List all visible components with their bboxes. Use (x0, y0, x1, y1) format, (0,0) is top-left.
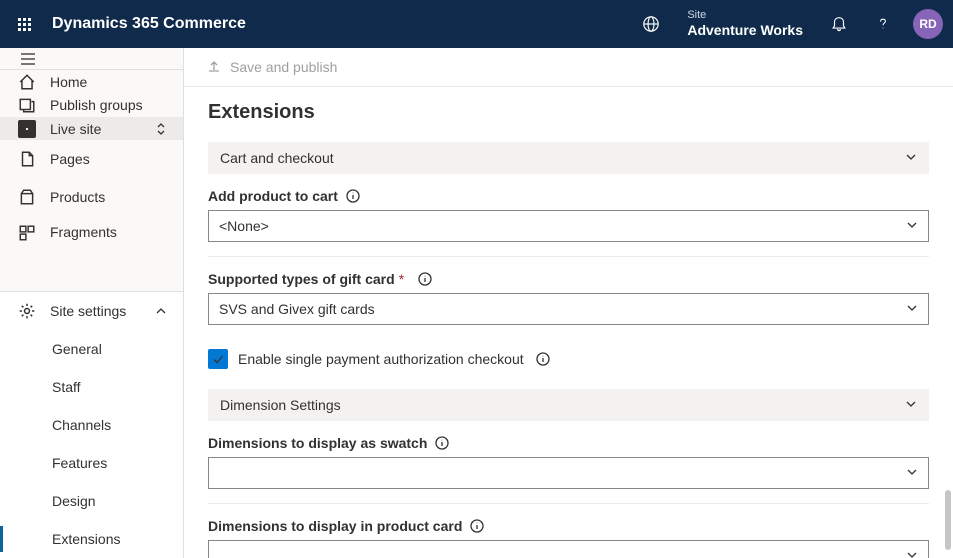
gift-card-type-select[interactable]: SVS and Givex gift cards (208, 293, 929, 325)
page-title: Extensions (208, 101, 929, 124)
sidebar-item-label: Pages (50, 151, 90, 167)
chevron-down-icon (905, 150, 917, 166)
pages-icon (18, 150, 36, 168)
info-icon[interactable] (346, 189, 360, 203)
sidebar-sub-extensions[interactable]: Extensions (0, 520, 183, 558)
section-header-cart[interactable]: Cart and checkout (208, 142, 929, 174)
home-icon (18, 73, 36, 91)
field-label: Supported types of gift card (208, 271, 395, 287)
info-icon[interactable] (418, 272, 432, 286)
sidebar-item-label: Products (50, 189, 105, 205)
site-name: Adventure Works (687, 22, 803, 39)
field-label: Dimensions to display in product card (208, 518, 462, 534)
sidebar: Home Publish groups Live site Pages Prod… (0, 48, 184, 558)
swatch-dimensions-select[interactable] (208, 457, 929, 489)
updown-icon[interactable] (153, 121, 169, 137)
field-add-product-to-cart: Add product to cart <None> (208, 188, 929, 242)
sidebar-item-label: Fragments (50, 224, 117, 240)
help-icon[interactable] (861, 0, 905, 48)
sidebar-item-label: Site settings (50, 303, 126, 319)
cmd-label: Save and publish (230, 59, 337, 75)
field-label: Add product to cart (208, 188, 338, 204)
live-site-icon (18, 120, 36, 138)
sidebar-item-fragments[interactable]: Fragments (0, 216, 183, 246)
sidebar-item-live-site[interactable]: Live site (0, 117, 183, 140)
hamburger-icon[interactable] (0, 48, 183, 70)
field-label: Dimensions to display as swatch (208, 435, 427, 451)
product-brand: Dynamics 365 Commerce (52, 15, 246, 33)
fragments-icon (18, 224, 36, 242)
chevron-down-icon (906, 465, 918, 481)
chevron-up-icon[interactable] (153, 303, 169, 319)
publish-groups-icon (18, 96, 36, 114)
info-icon[interactable] (470, 519, 484, 533)
sidebar-item-label: Live site (50, 121, 101, 137)
section-header-dimensions[interactable]: Dimension Settings (208, 389, 929, 421)
sidebar-item-label: Publish groups (50, 97, 143, 113)
site-switcher[interactable]: Site Adventure Works (673, 9, 817, 39)
section-dimension-settings: Dimension Settings Dimensions to display… (208, 389, 929, 558)
add-product-to-cart-select[interactable]: <None> (208, 210, 929, 242)
main-content: Save and publish Extensions Cart and che… (184, 48, 953, 558)
select-value: SVS and Givex gift cards (219, 301, 906, 317)
notifications-icon[interactable] (817, 0, 861, 48)
select-value: <None> (219, 218, 906, 234)
info-icon[interactable] (536, 352, 550, 366)
products-icon (18, 188, 36, 206)
section-title: Cart and checkout (220, 150, 905, 166)
command-bar: Save and publish (184, 48, 953, 87)
scrollbar-thumb[interactable] (945, 490, 951, 550)
upload-icon (206, 58, 230, 77)
required-asterisk: * (399, 271, 404, 287)
chevron-down-icon (906, 218, 918, 234)
chevron-down-icon (906, 301, 918, 317)
sidebar-item-label: Home (50, 74, 87, 90)
field-gift-card: Supported types of gift card * SVS and G… (208, 271, 929, 325)
field-single-payment: Enable single payment authorization chec… (208, 349, 929, 369)
checkbox-label: Enable single payment authorization chec… (238, 351, 524, 367)
sidebar-item-products[interactable]: Products (0, 178, 183, 216)
info-icon[interactable] (435, 436, 449, 450)
site-label: Site (687, 9, 803, 22)
globe-icon[interactable] (629, 0, 673, 48)
user-avatar[interactable]: RD (913, 9, 943, 39)
sidebar-item-publish-groups[interactable]: Publish groups (0, 94, 183, 117)
chevron-down-icon (906, 548, 918, 558)
sidebar-sub-general[interactable]: General (0, 330, 183, 368)
sidebar-sub-features[interactable]: Features (0, 444, 183, 482)
sidebar-item-home[interactable]: Home (0, 70, 183, 93)
gear-icon (18, 302, 36, 320)
field-swatch-dimensions: Dimensions to display as swatch (208, 435, 929, 489)
section-cart-checkout: Cart and checkout Add product to cart <N… (208, 142, 929, 369)
sidebar-sub-channels[interactable]: Channels (0, 406, 183, 444)
field-product-card-dimensions: Dimensions to display in product card (208, 518, 929, 558)
site-settings-subnav: General Staff Channels Features Design E… (0, 330, 183, 558)
section-title: Dimension Settings (220, 397, 905, 413)
top-bar: Dynamics 365 Commerce Site Adventure Wor… (0, 0, 953, 48)
save-and-publish-button: Save and publish (206, 58, 337, 77)
single-payment-checkbox[interactable] (208, 349, 228, 369)
sidebar-sub-staff[interactable]: Staff (0, 368, 183, 406)
app-launcher-icon[interactable] (0, 0, 48, 48)
chevron-down-icon (905, 397, 917, 413)
sidebar-sub-design[interactable]: Design (0, 482, 183, 520)
sidebar-item-site-settings[interactable]: Site settings (0, 292, 183, 330)
product-card-dimensions-select[interactable] (208, 540, 929, 558)
sidebar-item-pages[interactable]: Pages (0, 140, 183, 178)
